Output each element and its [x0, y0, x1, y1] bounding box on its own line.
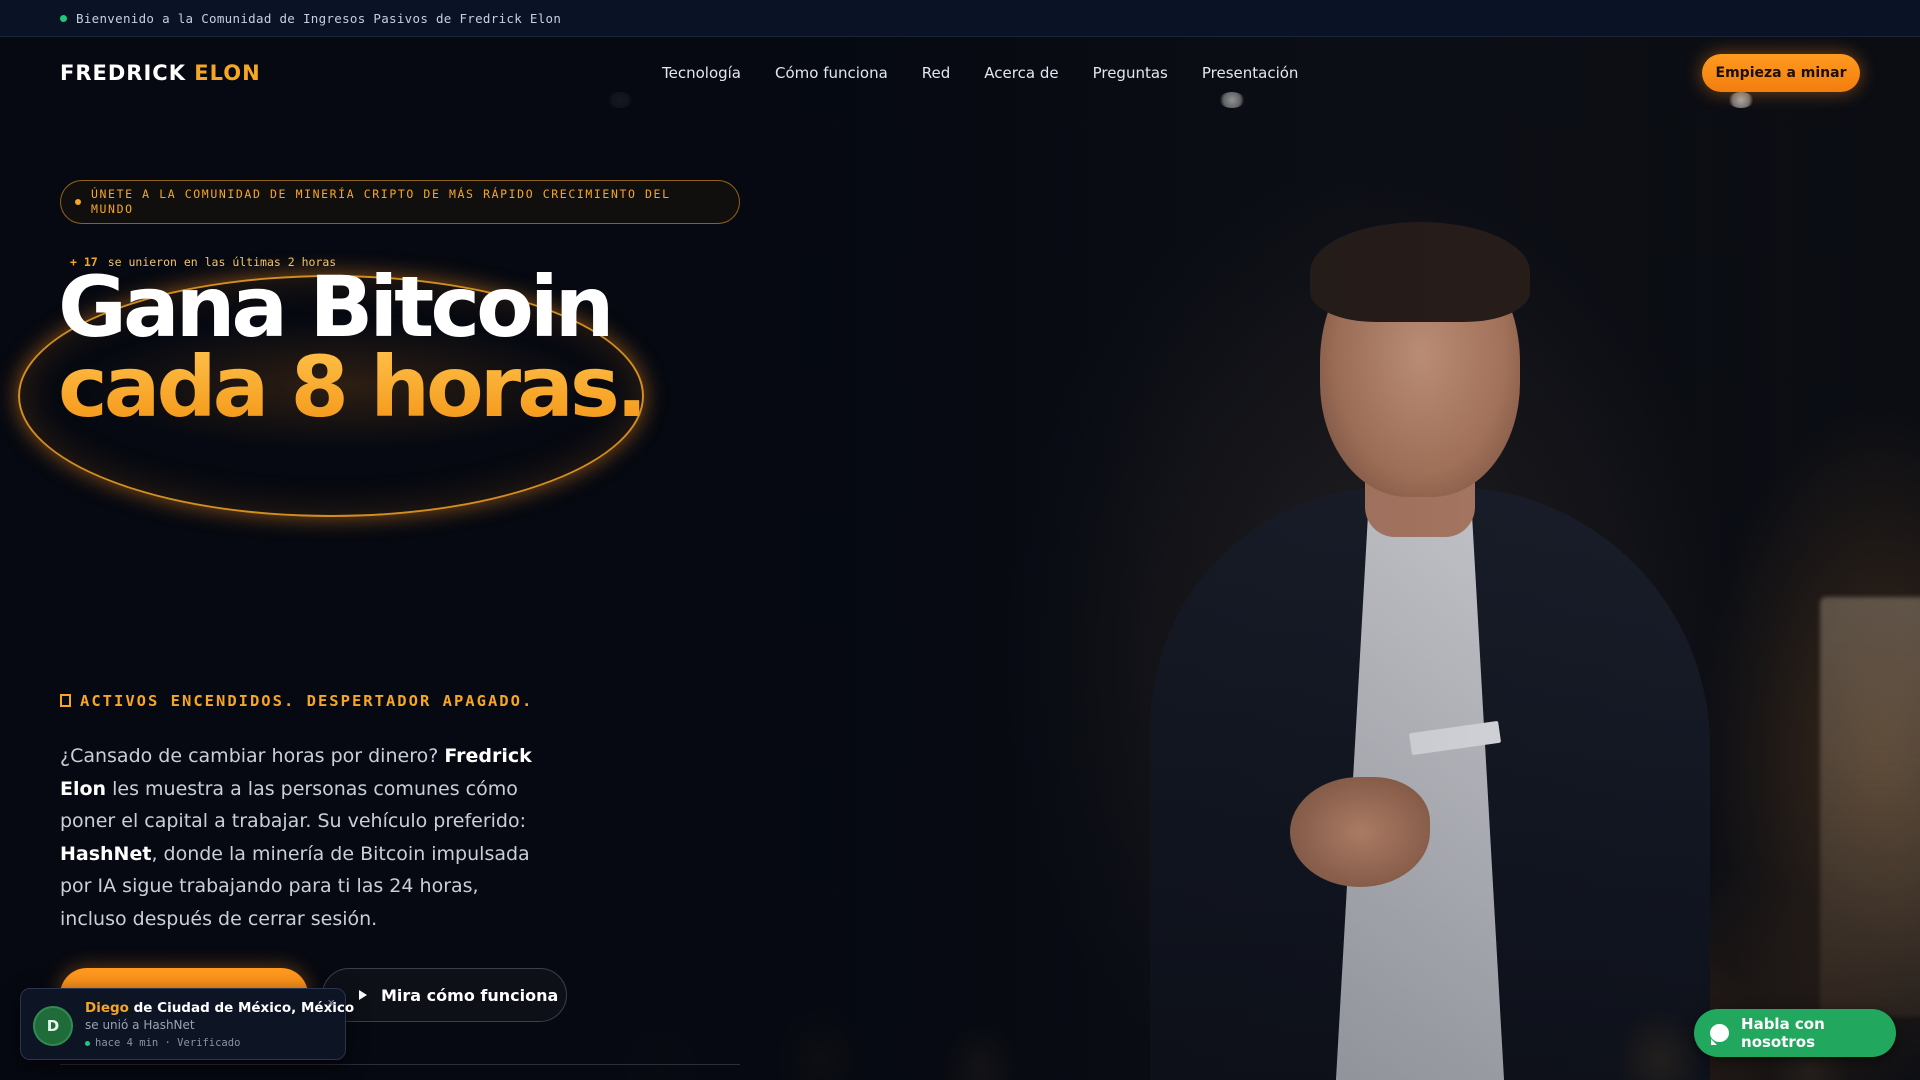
nav-link-red[interactable]: Red	[922, 64, 951, 82]
announcement-bar: Bienvenido a la Comunidad de Ingresos Pa…	[0, 0, 1920, 37]
brand-logo[interactable]: FREDRICK ELON	[60, 61, 261, 85]
nav-link-tecnologia[interactable]: Tecnología	[662, 64, 741, 82]
hero-description: ¿Cansado de cambiar horas por dinero? Fr…	[60, 745, 532, 930]
community-badge-text: ÚNETE A LA COMUNIDAD DE MINERÍA CRIPTO D…	[91, 187, 671, 216]
avatar: D	[33, 1006, 73, 1046]
section-divider	[60, 1064, 740, 1065]
verified-dot-icon	[85, 1040, 90, 1046]
checkbox-glyph-icon	[60, 694, 71, 707]
toast-title: Diego de Ciudad de México, México	[85, 1000, 355, 1016]
close-icon[interactable]: ×	[327, 995, 335, 1010]
status-dot-icon	[60, 14, 67, 22]
nav-link-acerca-de[interactable]: Acerca de	[984, 64, 1058, 82]
chat-bubble-icon	[1710, 1024, 1730, 1045]
community-badge: ÚNETE A LA COMUNIDAD DE MINERÍA CRIPTO D…	[60, 180, 740, 224]
headline-line-2: cada 8 horas.	[58, 338, 648, 436]
navbar: FREDRICK ELON Tecnología Cómo funciona R…	[0, 37, 1920, 109]
play-icon	[359, 990, 367, 1000]
headline-line-1: Gana Bitcoin	[58, 258, 614, 356]
nav-links: Tecnología Cómo funciona Red Acerca de P…	[662, 64, 1332, 82]
nav-link-preguntas[interactable]: Preguntas	[1093, 64, 1168, 82]
chat-button[interactable]: Habla con nosotros	[1694, 1009, 1896, 1057]
nav-link-como-funciona[interactable]: Cómo funciona	[775, 64, 888, 82]
nav-link-presentacion[interactable]: Presentación	[1202, 64, 1299, 82]
toast-subtitle: se unió a HashNet	[85, 1018, 195, 1032]
watch-how-button[interactable]: Mira cómo funciona	[322, 968, 567, 1022]
signup-toast: D Diego de Ciudad de México, México se u…	[20, 988, 354, 1060]
announcement-text: Bienvenido a la Comunidad de Ingresos Pa…	[76, 10, 562, 26]
toast-meta: hace 4 min · Verificado	[85, 1037, 240, 1049]
tagline: ACTIVOS ENCENDIDOS. DESPERTADOR APAGADO.	[60, 692, 533, 710]
badge-dot-icon	[75, 199, 81, 205]
start-mining-button[interactable]: Empieza a minar	[1702, 54, 1860, 92]
